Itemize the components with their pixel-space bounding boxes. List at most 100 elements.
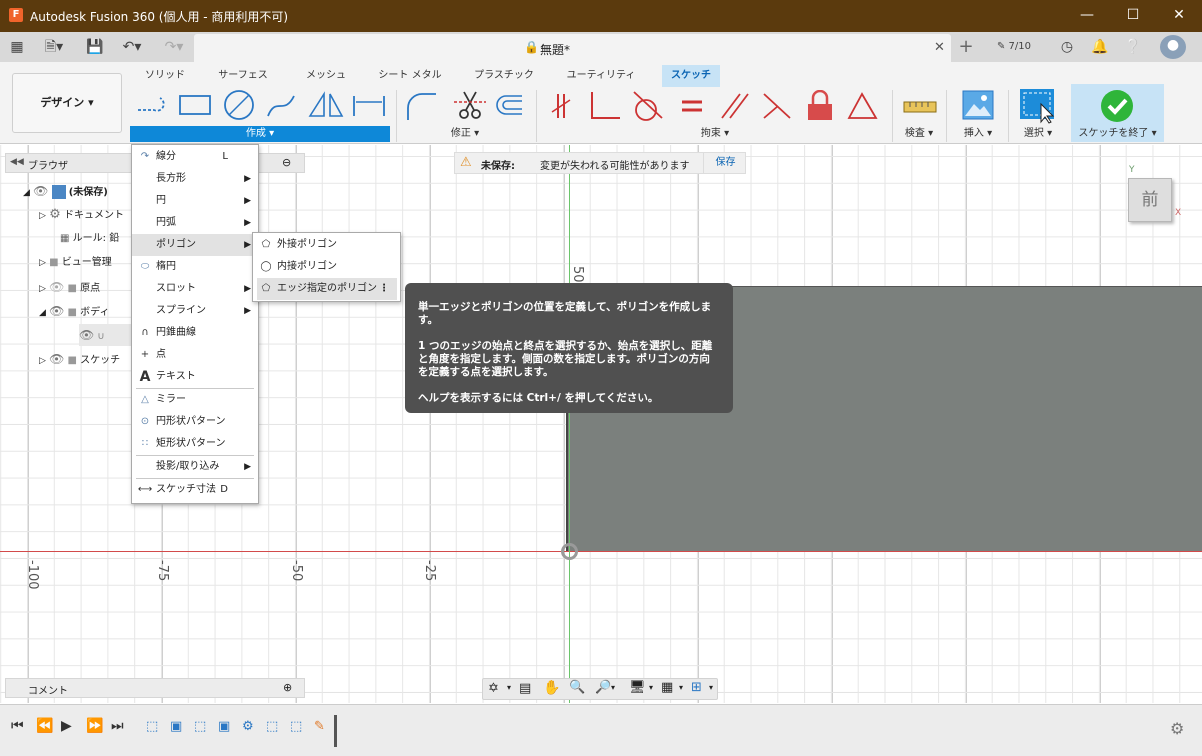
more-options-icon[interactable]: ⋮: [379, 278, 389, 300]
comments-panel[interactable]: コメント ⊕: [5, 678, 305, 698]
user-avatar[interactable]: ●: [1160, 35, 1186, 59]
viewcube[interactable]: 前: [1128, 178, 1172, 222]
tree-row-root[interactable]: ◢ 👁 (未保存): [23, 180, 133, 202]
menu-item-mirror[interactable]: △ ミラー: [132, 389, 258, 411]
timeline-sketch-icon[interactable]: ⬚: [146, 719, 158, 734]
new-tab-icon[interactable]: +: [953, 37, 979, 57]
document-tab[interactable]: 🔒 無題* ✕: [194, 34, 951, 62]
constrain-group-dropdown[interactable]: 拘束 ▾: [540, 126, 890, 142]
menu-item-text[interactable]: A テキスト: [132, 366, 258, 388]
close-window-button[interactable]: ✕: [1156, 0, 1202, 32]
orbit-dropdown-icon[interactable]: ▾: [507, 683, 511, 692]
menu-item-sketch-dimension[interactable]: ⟷ スケッチ寸法 D: [132, 479, 258, 501]
timeline-move-icon[interactable]: ⬚: [266, 719, 278, 734]
tab-utility[interactable]: ユーティリティ: [560, 65, 642, 87]
menu-item-ellipse[interactable]: ⬭ 楕円: [132, 256, 258, 278]
tab-mesh[interactable]: メッシュ: [298, 65, 354, 87]
version-indicator[interactable]: ✎ 7/10: [992, 37, 1036, 57]
timeline-settings-gear-icon[interactable]: ⚙: [1170, 719, 1184, 738]
timeline-sketch-icon[interactable]: ⬚: [290, 719, 302, 734]
select-tool-icon[interactable]: [1019, 88, 1057, 124]
file-menu-icon[interactable]: 🗎▾: [38, 37, 70, 57]
insert-image-icon[interactable]: [962, 90, 994, 120]
visibility-eye-icon[interactable]: 👁: [49, 304, 64, 318]
select-group-dropdown[interactable]: 選択 ▾: [1012, 126, 1064, 142]
measure-icon[interactable]: [902, 94, 938, 118]
tab-sheet-metal[interactable]: シート メタル: [375, 65, 445, 87]
menu-item-conic[interactable]: ∩ 円錐曲線: [132, 322, 258, 344]
viewports-dropdown-icon[interactable]: ▾: [709, 683, 713, 692]
tab-surface[interactable]: サーフェス: [212, 65, 274, 87]
fit-dropdown-icon[interactable]: ▾: [611, 683, 615, 692]
tree-row-sketches[interactable]: ▷ 👁 ■ スケッチ: [39, 348, 135, 370]
display-dropdown-icon[interactable]: ▾: [649, 683, 653, 692]
tab-sketch[interactable]: スケッチ: [662, 65, 720, 87]
maximize-button[interactable]: ☐: [1110, 0, 1156, 32]
modify-group-dropdown[interactable]: 修正 ▾: [400, 126, 530, 142]
timeline-last-icon[interactable]: ⏭: [111, 718, 124, 734]
menu-item-circle[interactable]: 円 ▶: [132, 190, 258, 212]
grid-settings-icon[interactable]: ▦: [661, 680, 673, 695]
zoom-icon[interactable]: 🔍: [569, 680, 585, 695]
close-tab-icon[interactable]: ✕: [934, 40, 945, 55]
visibility-eye-icon[interactable]: 👁: [33, 184, 48, 198]
job-status-icon[interactable]: ◷: [1056, 37, 1078, 57]
fit-icon[interactable]: 🔎: [595, 680, 611, 695]
timeline-marker[interactable]: [334, 715, 337, 747]
timeline-first-icon[interactable]: ⏮: [11, 718, 24, 734]
menu-item-edge-polygon[interactable]: ⬠ エッジ指定のポリゴン ⋮: [257, 278, 397, 300]
inspect-group-dropdown[interactable]: 検査 ▾: [896, 126, 942, 142]
insert-group-dropdown[interactable]: 挿入 ▾: [952, 126, 1004, 142]
tree-row-body1[interactable]: 👁 ∪: [79, 324, 135, 346]
menu-item-line[interactable]: ↷ 線分 L: [132, 146, 258, 168]
add-comment-icon[interactable]: ⊕: [283, 681, 292, 694]
menu-item-rectangular-pattern[interactable]: ∷ 矩形状パターン: [132, 433, 258, 455]
tree-row-origin[interactable]: ▷ 👁 ■ 原点: [39, 276, 135, 298]
undo-icon[interactable]: ↶▾: [116, 37, 148, 57]
notification-icon[interactable]: 🔔: [1089, 37, 1111, 57]
minimize-button[interactable]: —: [1064, 0, 1110, 32]
menu-item-circular-pattern[interactable]: ⊙ 円形状パターン: [132, 411, 258, 433]
menu-item-circumscribed-polygon[interactable]: ⬠ 外接ポリゴン: [253, 234, 400, 256]
browser-minus-icon[interactable]: ⊖: [282, 156, 291, 169]
menu-item-arc[interactable]: 円弧 ▶: [132, 212, 258, 234]
menu-item-project[interactable]: 投影/取り込み ▶: [132, 456, 258, 478]
timeline-extrude-icon[interactable]: ▣: [218, 719, 230, 734]
grid-dropdown-icon[interactable]: ▾: [679, 683, 683, 692]
timeline-next-icon[interactable]: ⏩: [86, 718, 103, 734]
tree-row-bodies[interactable]: ◢ 👁 ■ ボディ: [39, 300, 135, 322]
timeline-sketch-edit-icon[interactable]: ✎: [314, 719, 325, 734]
tree-row-document[interactable]: ▷ ⚙ ドキュメント: [39, 204, 135, 226]
collapse-browser-icon[interactable]: ◀◀: [10, 157, 24, 167]
help-icon[interactable]: ❔: [1122, 37, 1144, 57]
tree-row-rule[interactable]: ▦ ルール: 鉛: [60, 228, 136, 250]
tree-row-named-views[interactable]: ▷ ■ ビュー管理: [39, 252, 135, 274]
display-settings-icon[interactable]: 🖥: [629, 680, 646, 695]
menu-item-inscribed-polygon[interactable]: ◯ 内接ポリゴン: [253, 256, 400, 278]
save-icon[interactable]: 💾: [84, 37, 106, 57]
visibility-eye-icon[interactable]: 👁: [49, 352, 64, 366]
workspace-dropdown[interactable]: デザイン ▾: [12, 73, 122, 133]
finish-sketch-button[interactable]: スケッチを終了 ▾: [1071, 84, 1164, 142]
timeline-play-icon[interactable]: ▶: [61, 718, 72, 734]
create-group-dropdown[interactable]: 作成 ▾: [130, 126, 390, 142]
timeline-sketch-icon[interactable]: ⬚: [194, 719, 206, 734]
hidden-eye-icon[interactable]: 👁: [49, 280, 64, 294]
origin-point[interactable]: [561, 543, 578, 560]
tab-plastic[interactable]: プラスチック: [468, 65, 540, 87]
timeline-prev-icon[interactable]: ⏪: [36, 718, 53, 734]
redo-icon[interactable]: ↷▾: [158, 37, 190, 57]
visibility-eye-icon[interactable]: 👁: [79, 328, 94, 342]
menu-item-rectangle[interactable]: 長方形 ▶: [132, 168, 258, 190]
pan-icon[interactable]: ✋: [543, 680, 560, 696]
look-at-icon[interactable]: ▤: [519, 681, 531, 696]
timeline-extrude-icon[interactable]: ▣: [170, 719, 182, 734]
menu-item-polygon[interactable]: ポリゴン ▶: [132, 234, 258, 256]
save-now-button[interactable]: 保存: [703, 153, 747, 173]
viewports-icon[interactable]: ⊞: [691, 680, 702, 695]
menu-item-point[interactable]: + 点: [132, 344, 258, 366]
tab-solid[interactable]: ソリッド: [138, 65, 192, 87]
menu-item-spline[interactable]: スプライン ▶: [132, 300, 258, 322]
timeline-joint-icon[interactable]: ⚙: [242, 719, 254, 734]
app-grid-icon[interactable]: ▦: [6, 37, 28, 57]
